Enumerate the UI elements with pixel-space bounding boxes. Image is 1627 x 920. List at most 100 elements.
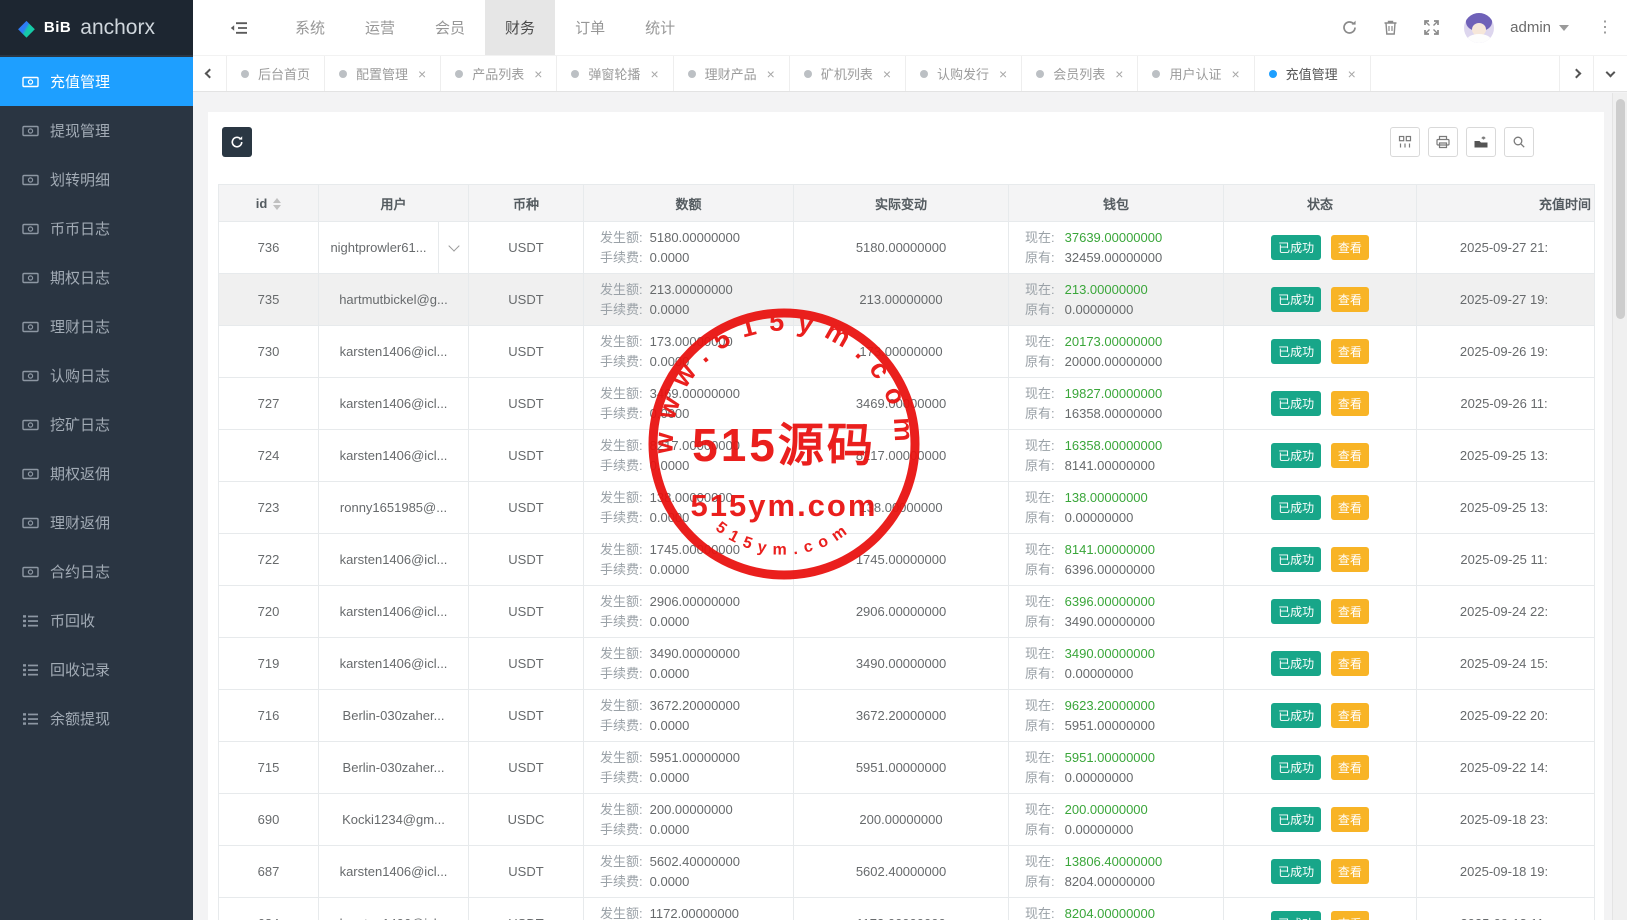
top-nav-label: 系统 xyxy=(295,17,325,38)
cell-user: karsten1406@icl... xyxy=(319,846,469,898)
sidebar-item[interactable]: 挖矿日志 xyxy=(0,400,193,449)
trash-icon[interactable] xyxy=(1382,19,1399,36)
view-button[interactable]: 查看 xyxy=(1331,703,1369,728)
top-nav-item[interactable]: 订单 xyxy=(555,0,625,55)
sidebar-item[interactable]: 划转明细 xyxy=(0,155,193,204)
tab-close-icon[interactable]: × xyxy=(650,66,658,82)
sidebar-item[interactable]: 提现管理 xyxy=(0,106,193,155)
avatar[interactable] xyxy=(1464,13,1494,43)
header-id[interactable]: id xyxy=(219,185,319,222)
wallet-now-value: 37639.00000000 xyxy=(1065,230,1163,245)
row-expand-chevron-icon[interactable] xyxy=(438,222,468,273)
cell-coin: USDC xyxy=(469,794,584,846)
search-icon[interactable] xyxy=(1504,127,1534,157)
sidebar-item[interactable]: 理财日志 xyxy=(0,302,193,351)
cell-status: 已成功 查看 xyxy=(1224,482,1417,534)
occur-value: 1172.00000000 xyxy=(650,906,739,920)
tab-close-icon[interactable]: × xyxy=(883,66,891,82)
tab[interactable]: 后台首页 xyxy=(227,56,325,91)
cell-user: karsten1406@icl... xyxy=(319,326,469,378)
view-button[interactable]: 查看 xyxy=(1331,807,1369,832)
view-button[interactable]: 查看 xyxy=(1331,287,1369,312)
fee-label: 手续费: xyxy=(600,718,643,733)
table-row: 722 karsten1406@icl... USDT 发生额:1745.000… xyxy=(219,534,1595,586)
refresh-icon[interactable] xyxy=(1341,19,1358,36)
view-button[interactable]: 查看 xyxy=(1331,495,1369,520)
tabs-menu-button[interactable] xyxy=(1593,56,1627,91)
columns-toggle-icon[interactable] xyxy=(1390,127,1420,157)
open-tabs: 后台首页 配置管理 × 产品列表 × 弹窗轮播 × xyxy=(227,56,1371,91)
top-nav-item[interactable]: 财务 xyxy=(485,0,555,55)
tab-close-icon[interactable]: × xyxy=(1231,66,1239,82)
list-icon xyxy=(22,711,39,727)
view-button[interactable]: 查看 xyxy=(1331,339,1369,364)
view-button[interactable]: 查看 xyxy=(1331,651,1369,676)
sidebar-item[interactable]: 理财返佣 xyxy=(0,498,193,547)
occur-value: 5602.40000000 xyxy=(650,854,740,869)
cell-time: 2025-09-18 19: xyxy=(1417,846,1595,898)
user-menu-caret-icon[interactable] xyxy=(1559,25,1569,31)
cell-user: Berlin-030zaher... xyxy=(319,690,469,742)
tab[interactable]: 产品列表 × xyxy=(441,56,557,91)
orig-label: 原有: xyxy=(1025,822,1055,837)
print-icon[interactable] xyxy=(1428,127,1458,157)
user-email: hartmutbickel@g... xyxy=(319,292,468,307)
view-button[interactable]: 查看 xyxy=(1331,599,1369,624)
export-icon[interactable] xyxy=(1466,127,1496,157)
tab[interactable]: 矿机列表 × xyxy=(790,56,906,91)
sidebar-item[interactable]: 期权返佣 xyxy=(0,449,193,498)
sidebar-item[interactable]: 充值管理 xyxy=(0,57,193,106)
tab[interactable]: 用户认证 × xyxy=(1138,56,1254,91)
view-button[interactable]: 查看 xyxy=(1331,547,1369,572)
sidebar-item[interactable]: 认购日志 xyxy=(0,351,193,400)
table-tools xyxy=(1390,127,1534,157)
tab-close-icon[interactable]: × xyxy=(1115,66,1123,82)
table-refresh-button[interactable] xyxy=(222,127,252,157)
top-nav-item[interactable]: 运营 xyxy=(345,0,415,55)
cell-coin: USDT xyxy=(469,898,584,920)
cell-wallet: 现在:16358.00000000 原有:8141.00000000 xyxy=(1009,430,1224,482)
tab-close-icon[interactable]: × xyxy=(418,66,426,82)
tab-close-icon[interactable]: × xyxy=(1348,66,1356,82)
tab[interactable]: 认购发行 × xyxy=(906,56,1022,91)
sidebar-item[interactable]: 回收记录 xyxy=(0,645,193,694)
sidebar-item[interactable]: 期权日志 xyxy=(0,253,193,302)
orig-label: 原有: xyxy=(1025,302,1055,317)
status-badge: 已成功 xyxy=(1271,547,1321,572)
view-button[interactable]: 查看 xyxy=(1331,755,1369,780)
sort-icon[interactable] xyxy=(273,198,281,210)
sidebar-item[interactable]: 币回收 xyxy=(0,596,193,645)
view-button[interactable]: 查看 xyxy=(1331,443,1369,468)
tab[interactable]: 会员列表 × xyxy=(1022,56,1138,91)
view-button[interactable]: 查看 xyxy=(1331,859,1369,884)
fee-label: 手续费: xyxy=(600,822,643,837)
tab-close-icon[interactable]: × xyxy=(767,66,775,82)
sidebar-collapse-icon[interactable] xyxy=(229,20,249,36)
admin-username[interactable]: admin xyxy=(1510,19,1551,36)
sidebar-item[interactable]: 合约日志 xyxy=(0,547,193,596)
sidebar-item[interactable]: 余额提现 xyxy=(0,694,193,743)
cell-id: 722 xyxy=(219,534,319,586)
cell-wallet: 现在:19827.00000000 原有:16358.00000000 xyxy=(1009,378,1224,430)
top-nav-item[interactable]: 系统 xyxy=(275,0,345,55)
view-button[interactable]: 查看 xyxy=(1331,235,1369,260)
tabs-scroll-left-button[interactable] xyxy=(193,56,227,91)
tab[interactable]: 弹窗轮播 × xyxy=(557,56,673,91)
tabs-scroll-right-button[interactable] xyxy=(1559,56,1593,91)
header-status: 状态 xyxy=(1224,185,1417,222)
tab-close-icon[interactable]: × xyxy=(534,66,542,82)
sidebar-item[interactable]: 币币日志 xyxy=(0,204,193,253)
view-button[interactable]: 查看 xyxy=(1331,391,1369,416)
view-button[interactable]: 查看 xyxy=(1331,911,1369,920)
top-nav-item[interactable]: 会员 xyxy=(415,0,485,55)
scrollbar-thumb[interactable] xyxy=(1616,99,1625,319)
tab-close-icon[interactable]: × xyxy=(999,66,1007,82)
tab[interactable]: 配置管理 × xyxy=(325,56,441,91)
tab[interactable]: 理财产品 × xyxy=(674,56,790,91)
fullscreen-icon[interactable] xyxy=(1423,19,1440,36)
more-options-icon[interactable]: ⋮ xyxy=(1593,18,1617,38)
recharge-panel: id 用户 币种 数额 实际变动 钱包 状态 充值时间 736 xyxy=(208,112,1604,920)
cell-amount: 发生额:3469.00000000 手续费:0.0000 xyxy=(584,378,794,430)
tab[interactable]: 充值管理 × xyxy=(1255,56,1371,91)
top-nav-item[interactable]: 统计 xyxy=(625,0,695,55)
